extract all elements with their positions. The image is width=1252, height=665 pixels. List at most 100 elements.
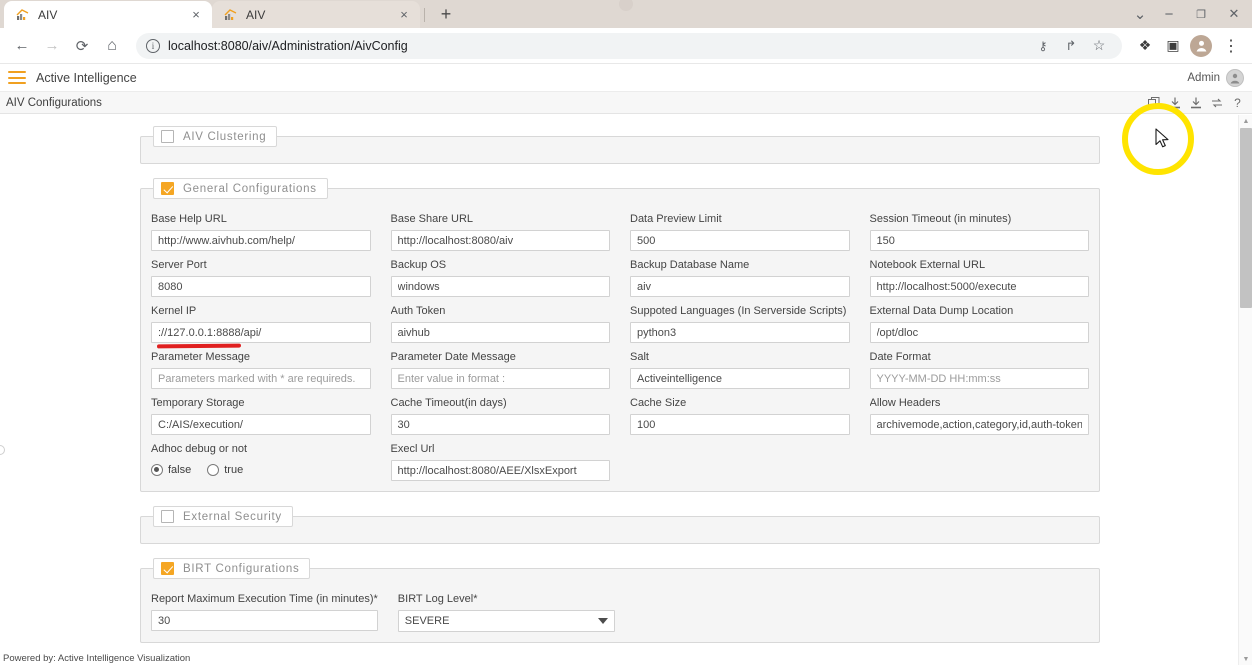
general-fields-grid: Base Help URL Base Share URL Data Previe… bbox=[151, 205, 1089, 481]
browser-tab-1[interactable]: AIV × bbox=[4, 1, 212, 28]
input-salt[interactable] bbox=[630, 368, 850, 389]
app-header-right: Admin bbox=[1187, 68, 1244, 87]
field-backup-os: Backup OS bbox=[390, 251, 610, 297]
side-panel-icon[interactable]: ▣ bbox=[1160, 33, 1186, 59]
user-avatar-icon[interactable] bbox=[1226, 68, 1244, 87]
key-icon[interactable]: ⚷ bbox=[1030, 33, 1056, 59]
radio-button-false[interactable] bbox=[151, 464, 163, 476]
help-icon[interactable]: ? bbox=[1231, 96, 1244, 110]
radio-option-true[interactable]: true bbox=[207, 464, 243, 476]
field-parameter-date-message: Parameter Date Message bbox=[390, 343, 610, 389]
window-minimize-button[interactable]: − bbox=[1154, 2, 1184, 26]
home-button[interactable]: ⌂ bbox=[98, 32, 126, 60]
input-external-data-dump-location[interactable] bbox=[869, 322, 1089, 343]
input-notebook-external-url[interactable] bbox=[869, 276, 1089, 297]
field-cache-timeout: Cache Timeout(in days) bbox=[390, 389, 610, 435]
radio-option-false[interactable]: false bbox=[151, 464, 191, 476]
field-cache-size: Cache Size bbox=[630, 389, 850, 435]
checkbox-aiv-clustering[interactable] bbox=[161, 130, 174, 143]
label-base-help-url: Base Help URL bbox=[151, 213, 227, 225]
field-report-max-execution-time: Report Maximum Execution Time (in minute… bbox=[151, 585, 378, 632]
input-backup-database-name[interactable] bbox=[630, 276, 850, 297]
input-cache-timeout[interactable] bbox=[390, 414, 610, 435]
aiv-application: Active Intelligence Admin AIV Configurat… bbox=[0, 64, 1252, 665]
input-base-share-url[interactable] bbox=[390, 230, 610, 251]
app-footer: Powered by: Active Intelligence Visualiz… bbox=[0, 651, 1252, 665]
scroll-down-arrow-icon[interactable]: ▼ bbox=[1239, 653, 1252, 665]
extensions-puzzle-icon[interactable]: ❖ bbox=[1132, 33, 1158, 59]
label-backup-database-name: Backup Database Name bbox=[630, 259, 750, 271]
input-data-preview-limit[interactable] bbox=[630, 230, 850, 251]
menu-hamburger-icon[interactable] bbox=[8, 71, 26, 84]
window-maximize-button[interactable]: ❐ bbox=[1186, 2, 1216, 26]
label-date-format: Date Format bbox=[869, 351, 931, 363]
section-aiv-clustering-legend[interactable]: AIV Clustering bbox=[153, 126, 278, 147]
aiv-chart-icon bbox=[224, 8, 238, 22]
section-birt-configurations-legend[interactable]: BIRT Configurations bbox=[153, 558, 311, 579]
grid-spacer-1 bbox=[630, 435, 850, 481]
section-aiv-clustering: AIV Clustering bbox=[140, 126, 1100, 164]
label-salt: Salt bbox=[630, 351, 649, 363]
inner-scrollbar-thumb[interactable] bbox=[1240, 128, 1252, 308]
bookmark-star-icon[interactable]: ☆ bbox=[1086, 33, 1112, 59]
browser-window: AIV × AIV × + ⌄ − ❐ ✕ ← → ⟳ ⌂ i localhos… bbox=[0, 0, 1252, 665]
label-auth-token: Auth Token bbox=[390, 305, 446, 317]
input-report-max-execution-time[interactable] bbox=[151, 610, 378, 631]
field-data-preview-limit: Data Preview Limit bbox=[630, 205, 850, 251]
new-tab-button[interactable]: + bbox=[433, 1, 459, 27]
chrome-menu-icon[interactable]: ⋮ bbox=[1218, 33, 1244, 59]
section-external-security-legend[interactable]: External Security bbox=[153, 506, 293, 527]
browser-tab-2-close-icon[interactable]: × bbox=[396, 7, 412, 23]
window-close-button[interactable]: ✕ bbox=[1218, 2, 1250, 26]
scroll-up-arrow-icon[interactable]: ▲ bbox=[1239, 115, 1252, 127]
input-date-format[interactable] bbox=[869, 368, 1089, 389]
input-kernel-ip[interactable] bbox=[151, 322, 371, 343]
checkbox-general-configurations[interactable] bbox=[161, 182, 174, 195]
input-parameter-message[interactable] bbox=[151, 368, 371, 389]
aiv-config-form: AIV Clustering General Configurations Ba… bbox=[140, 115, 1100, 665]
back-button[interactable]: ← bbox=[8, 32, 36, 60]
radio-group-adhoc-debug: false true bbox=[151, 460, 371, 476]
app-header: Active Intelligence Admin bbox=[0, 64, 1252, 92]
field-birt-log-level: BIRT Log Level* SEVERE bbox=[397, 585, 615, 632]
input-parameter-date-message[interactable] bbox=[390, 368, 610, 389]
section-aiv-clustering-label: AIV Clustering bbox=[183, 130, 267, 143]
field-backup-database-name: Backup Database Name bbox=[630, 251, 850, 297]
reload-button[interactable]: ⟳ bbox=[68, 32, 96, 60]
input-temporary-storage[interactable] bbox=[151, 414, 371, 435]
inner-scrollbar[interactable]: ▲ ▼ bbox=[1238, 115, 1252, 665]
section-general-configurations-legend[interactable]: General Configurations bbox=[153, 178, 328, 199]
input-supported-languages[interactable] bbox=[630, 322, 850, 343]
export-download-icon[interactable] bbox=[1189, 96, 1202, 109]
forward-button[interactable]: → bbox=[38, 32, 66, 60]
input-cache-size[interactable] bbox=[630, 414, 850, 435]
footer-text: Powered by: Active Intelligence Visualiz… bbox=[3, 652, 191, 664]
input-server-port[interactable] bbox=[151, 276, 371, 297]
label-temporary-storage: Temporary Storage bbox=[151, 397, 245, 409]
radio-button-true[interactable] bbox=[207, 464, 220, 476]
field-base-help-url: Base Help URL bbox=[151, 205, 371, 251]
tab-search-chevron-icon[interactable]: ⌄ bbox=[1128, 2, 1152, 26]
profile-avatar-icon[interactable] bbox=[1190, 34, 1212, 57]
label-adhoc-debug: Adhoc debug or not bbox=[151, 443, 248, 455]
label-cache-size: Cache Size bbox=[630, 397, 687, 409]
share-icon[interactable]: ↱ bbox=[1058, 33, 1084, 59]
browser-tab-2[interactable]: AIV × bbox=[212, 1, 420, 28]
address-bar[interactable]: i localhost:8080/aiv/Administration/AivC… bbox=[136, 32, 1122, 59]
input-auth-token[interactable] bbox=[390, 322, 610, 343]
select-birt-log-level[interactable]: SEVERE bbox=[397, 610, 615, 632]
checkbox-external-security[interactable] bbox=[161, 510, 174, 523]
site-info-icon[interactable]: i bbox=[146, 38, 160, 53]
input-base-help-url[interactable] bbox=[151, 230, 371, 251]
section-general-configurations: General Configurations Base Help URL Bas… bbox=[140, 178, 1100, 492]
input-session-timeout[interactable] bbox=[869, 230, 1089, 251]
input-allow-headers[interactable] bbox=[869, 414, 1089, 435]
browser-tab-1-close-icon[interactable]: × bbox=[188, 7, 204, 23]
breadcrumb: AIV Configurations ? bbox=[0, 92, 1252, 114]
checkbox-birt-configurations[interactable] bbox=[161, 562, 174, 575]
chevron-down-icon bbox=[597, 618, 608, 624]
refresh-icon[interactable] bbox=[1210, 96, 1223, 109]
grid-spacer-2 bbox=[870, 435, 1090, 481]
input-backup-os[interactable] bbox=[390, 276, 610, 297]
input-execl-url[interactable] bbox=[390, 460, 610, 481]
